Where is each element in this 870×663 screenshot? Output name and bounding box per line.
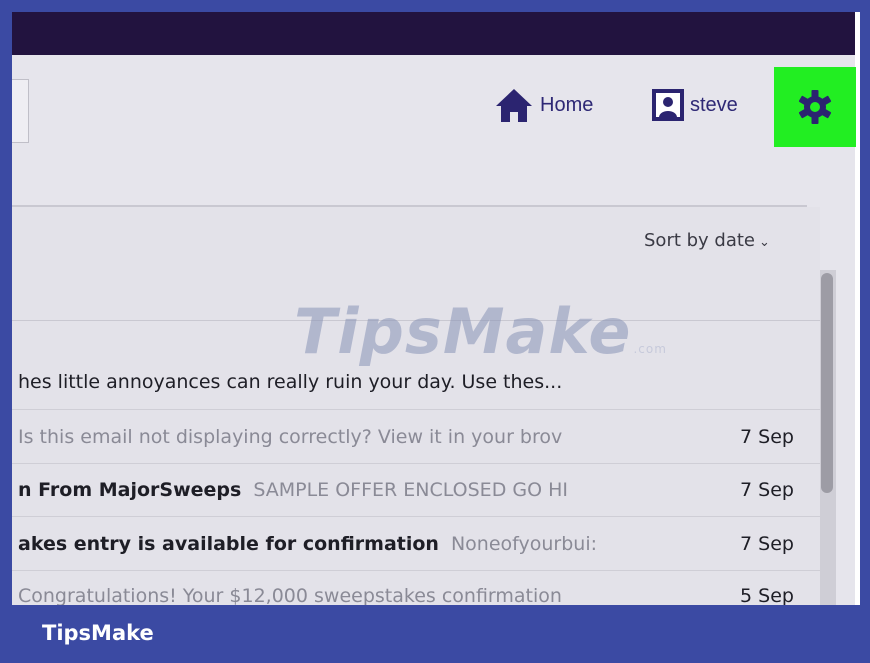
frame-border-right xyxy=(860,0,870,663)
gear-icon xyxy=(798,90,832,124)
user-menu[interactable]: steve xyxy=(652,85,738,125)
brand-banner: TipsMake xyxy=(0,605,870,663)
message-date: 7 Sep xyxy=(740,532,794,555)
chevron-down-icon: ⌄ xyxy=(759,235,770,250)
settings-button[interactable] xyxy=(774,67,856,147)
message-row[interactable]: Is this email not displaying correctly? … xyxy=(12,410,820,464)
mail-window: Home steve Sort by date ⌄ TipsMake .com … xyxy=(12,55,856,607)
screenshot-frame: Home steve Sort by date ⌄ TipsMake .com … xyxy=(0,0,870,663)
frame-border-left xyxy=(0,0,12,663)
message-date: 7 Sep xyxy=(740,479,794,501)
message-sender: n From MajorSweeps xyxy=(18,479,242,501)
message-snippet: SAMPLE OFFER ENCLOSED GO HI xyxy=(253,479,568,501)
sort-dropdown[interactable]: Sort by date ⌄ xyxy=(644,230,770,251)
user-name: steve xyxy=(690,93,738,116)
message-row[interactable]: akes entry is available for confirmation… xyxy=(12,517,820,571)
message-snippet: Congratulations! Your $12,000 sweepstake… xyxy=(18,585,562,607)
user-avatar-icon xyxy=(652,89,684,121)
home-icon xyxy=(496,89,532,122)
brand-name: TipsMake xyxy=(42,621,154,645)
frame-border-top xyxy=(0,0,870,12)
sort-label: Sort by date xyxy=(644,230,756,251)
home-link[interactable]: Home xyxy=(494,85,593,125)
app-top-bar xyxy=(12,12,855,55)
message-subject: hes little annoyances can really ruin yo… xyxy=(18,371,563,393)
message-row[interactable]: n From MajorSweeps SAMPLE OFFER ENCLOSED … xyxy=(12,464,820,517)
message-date: 7 Sep xyxy=(740,425,794,448)
message-sender: akes entry is available for confirmation xyxy=(18,532,439,555)
message-row[interactable]: hes little annoyances can really ruin yo… xyxy=(12,355,820,410)
home-label: Home xyxy=(540,93,594,116)
message-snippet: Is this email not displaying correctly? … xyxy=(18,425,563,448)
scrollbar-thumb[interactable] xyxy=(821,273,833,493)
message-snippet: Noneofyourbui: xyxy=(450,532,598,555)
search-input[interactable] xyxy=(12,79,29,143)
